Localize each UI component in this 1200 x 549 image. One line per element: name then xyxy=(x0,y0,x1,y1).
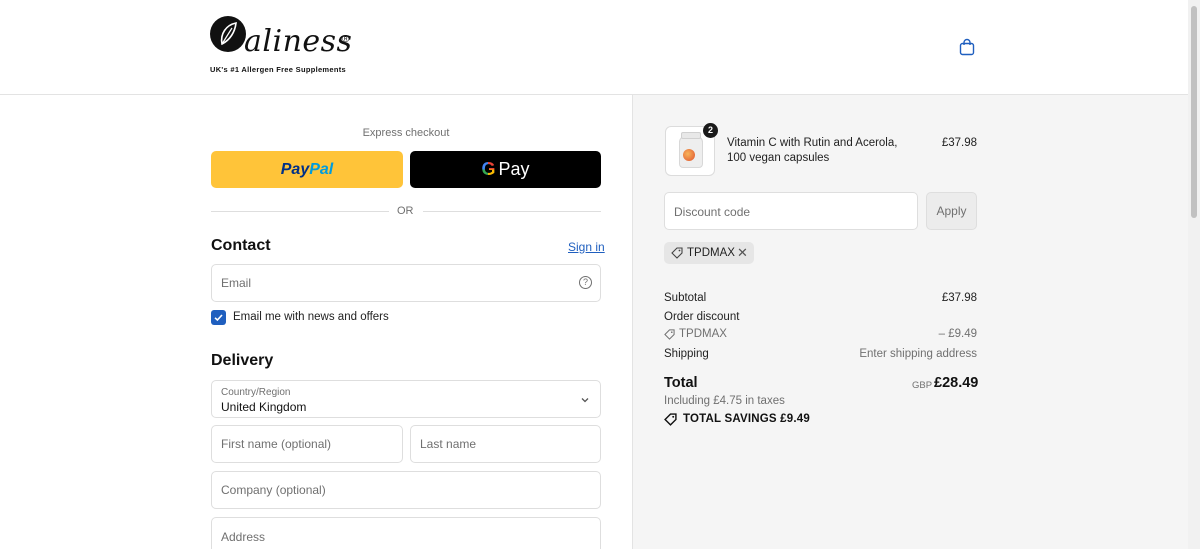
order-discount-label: Order discount xyxy=(664,311,740,323)
applied-code-text: TPDMAX xyxy=(687,247,735,259)
company-field[interactable]: Company (optional) xyxy=(211,471,601,509)
company-placeholder: Company (optional) xyxy=(221,483,326,497)
shipping-value: Enter shipping address xyxy=(859,348,977,360)
chevron-down-icon xyxy=(581,398,589,403)
or-divider: OR xyxy=(211,205,601,219)
savings-tag-icon xyxy=(664,413,677,426)
or-text: OR xyxy=(397,205,414,217)
sign-in-link[interactable]: Sign in xyxy=(568,240,605,254)
first-name-placeholder: First name (optional) xyxy=(221,437,332,451)
aliness-logo[interactable]: aliness ® UK's #1 Allergen Free Suppleme… xyxy=(210,14,360,76)
express-checkout-label: Express checkout xyxy=(362,127,450,139)
subtotal-label: Subtotal xyxy=(664,292,707,304)
newsletter-label: Email me with news and offers xyxy=(233,311,389,323)
google-g-icon: G xyxy=(481,159,496,179)
discount-tag-icon xyxy=(664,329,675,340)
total-savings: TOTAL SAVINGS £9.49 xyxy=(683,413,810,425)
divider-line-right xyxy=(423,211,601,212)
logo-tagline: UK's #1 Allergen Free Supplements xyxy=(210,65,347,74)
logo-wordmark: aliness xyxy=(244,24,353,59)
discount-value: – £9.49 xyxy=(938,328,977,340)
paypal-text-pay: Pay xyxy=(280,160,310,178)
remove-code-close-icon[interactable]: ✕ xyxy=(737,245,748,261)
discount-code-input[interactable]: Discount code xyxy=(664,192,918,230)
contact-title: Contact xyxy=(211,237,271,254)
country-select[interactable]: Country/Region United Kingdom xyxy=(211,380,601,418)
fruit-graphic xyxy=(683,149,695,161)
bottle-cap xyxy=(681,132,701,139)
total-currency: GBP xyxy=(912,380,933,391)
paypal-button[interactable]: Pay Pal xyxy=(211,151,403,188)
google-pay-button[interactable]: G Pay xyxy=(410,151,601,188)
tax-line: Including £4.75 in taxes xyxy=(664,395,785,407)
address-field[interactable]: Address xyxy=(211,517,601,549)
gpay-text: Pay xyxy=(498,159,530,179)
email-field[interactable]: Email ? xyxy=(211,264,601,302)
product-name: Vitamin C with Rutin and Acerola, 100 ve… xyxy=(727,137,898,164)
country-value: United Kingdom xyxy=(221,400,307,414)
leaf-logo-icon xyxy=(210,16,246,52)
total-value: £28.49 xyxy=(934,375,979,391)
shipping-label: Shipping xyxy=(664,348,709,360)
total-label: Total xyxy=(664,375,698,391)
help-circle-icon[interactable]: ? xyxy=(579,276,592,289)
newsletter-checkbox[interactable] xyxy=(211,310,226,325)
last-name-placeholder: Last name xyxy=(420,437,477,451)
product-price: £37.98 xyxy=(941,137,977,149)
last-name-field[interactable]: Last name xyxy=(410,425,601,463)
subtotal-value: £37.98 xyxy=(941,292,977,304)
delivery-title: Delivery xyxy=(211,352,274,369)
header: aliness ® UK's #1 Allergen Free Suppleme… xyxy=(0,0,1188,95)
tag-icon xyxy=(671,247,683,259)
apply-discount-button[interactable]: Apply xyxy=(926,192,977,230)
paypal-text-pal: Pal xyxy=(309,160,334,178)
email-placeholder: Email xyxy=(221,276,252,290)
first-name-field[interactable]: First name (optional) xyxy=(211,425,403,463)
discount-code-label: TPDMAX xyxy=(679,328,727,340)
address-placeholder: Address xyxy=(221,530,266,544)
country-label: Country/Region xyxy=(221,387,291,398)
shopping-bag-icon[interactable] xyxy=(958,38,976,56)
quantity-badge: 2 xyxy=(703,123,718,138)
page-scrollbar[interactable] xyxy=(1188,0,1200,549)
logo-registered-mark: ® xyxy=(342,34,350,45)
divider-line-left xyxy=(211,211,389,212)
scrollbar-thumb[interactable] xyxy=(1191,6,1197,218)
discount-placeholder: Discount code xyxy=(674,205,751,219)
applied-code-chip: TPDMAX ✕ xyxy=(664,242,754,264)
